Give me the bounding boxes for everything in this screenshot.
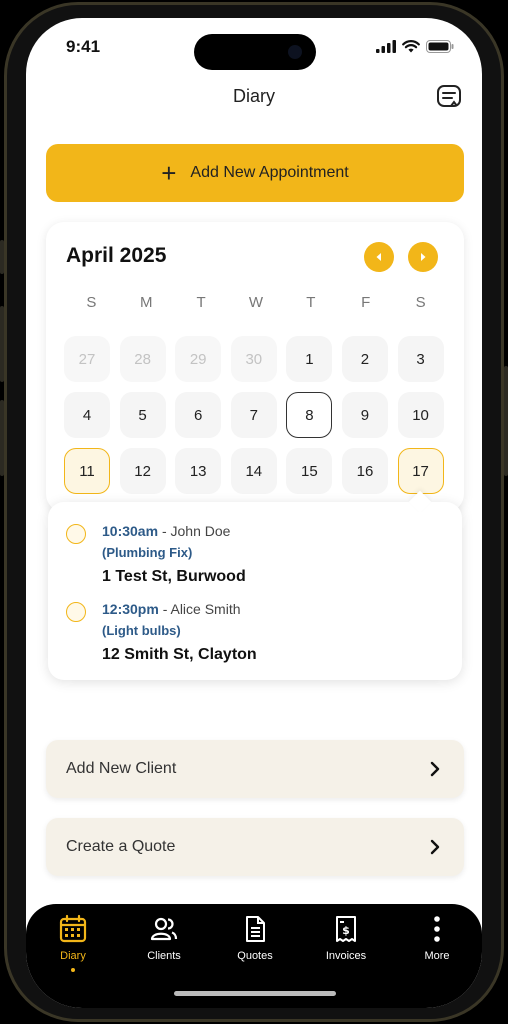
home-indicator [174, 991, 336, 996]
add-new-client-label: Add New Client [66, 760, 177, 777]
notes-button[interactable] [436, 84, 462, 110]
tab-clients[interactable]: Clients [129, 914, 199, 962]
calendar-day[interactable]: 13 [175, 448, 222, 494]
add-appointment-button[interactable]: + Add New Appointment [46, 144, 464, 202]
svg-text:$: $ [342, 924, 350, 937]
tab-label: Quotes [237, 950, 273, 962]
weekday-label: M [140, 294, 153, 311]
chevron-left-icon [376, 253, 381, 261]
calendar-day[interactable]: 6 [175, 392, 222, 438]
dynamic-island [194, 34, 316, 70]
status-icons [376, 40, 454, 53]
appointments-popover: 10:30am - John Doe (Plumbing Fix) 1 Test… [48, 490, 462, 680]
tab-quotes[interactable]: Quotes [220, 914, 290, 962]
weekday-label: F [361, 294, 371, 311]
calendar-day[interactable]: 1 [286, 336, 333, 382]
signal-icon [376, 40, 396, 53]
calendar-day[interactable]: 12 [119, 448, 166, 494]
weekday-header: S M T W T F S [64, 294, 448, 311]
clients-icon [150, 917, 178, 941]
weekday-label: W [248, 294, 264, 311]
tab-more[interactable]: More [402, 914, 472, 962]
appointment-client: Alice Smith [170, 601, 241, 617]
power-button [504, 366, 508, 476]
create-quote-button[interactable]: Create a Quote [46, 818, 464, 876]
appointment-time: 12:30pm [102, 601, 159, 617]
tab-label: Diary [60, 950, 86, 962]
battery-icon [426, 40, 454, 53]
next-month-button[interactable] [408, 242, 438, 272]
side-button [0, 240, 4, 274]
tab-label: Clients [147, 950, 181, 962]
calendar-day[interactable]: 8 [286, 392, 333, 438]
calendar-day[interactable]: 15 [286, 448, 333, 494]
calendar-day[interactable]: 27 [64, 336, 110, 382]
tab-invoices[interactable]: $ Invoices [311, 914, 381, 962]
appointment-client: John Doe [170, 523, 231, 539]
calendar-card: April 2025 S M T W T F S 27 28 29 30 1 2 3 4 5 6 7… [46, 222, 464, 512]
create-quote-label: Create a Quote [66, 838, 176, 855]
weekday-label: T [306, 294, 316, 311]
calendar-days: 27 28 29 30 1 2 3 4 5 6 7 8 9 10 11 12 13 14 15 16 17 [64, 336, 448, 494]
calendar-day[interactable]: 30 [230, 336, 277, 382]
calendar-day[interactable]: 9 [341, 392, 388, 438]
calendar-day[interactable]: 2 [341, 336, 388, 382]
appointment-address: 1 Test St, Burwood [102, 568, 246, 585]
appointment-service: (Plumbing Fix) [102, 545, 193, 560]
calendar-month: April 2025 [66, 244, 167, 267]
weekday-label: T [196, 294, 206, 311]
notes-icon [437, 85, 461, 107]
appointment-checkbox[interactable] [66, 524, 86, 544]
chevron-right-icon [430, 761, 440, 777]
tab-bar: Diary Clients Quotes $ Invoices More [26, 904, 482, 1008]
calendar-day[interactable]: 5 [119, 392, 166, 438]
calendar-day[interactable]: 3 [397, 336, 444, 382]
chevron-right-icon [421, 253, 426, 261]
appointment-time: 10:30am [102, 523, 159, 539]
tab-label: More [424, 950, 450, 962]
screen: 9:41 Diary + Add New Appointment April 2… [26, 18, 482, 1008]
calendar-day[interactable]: 14 [230, 448, 277, 494]
plus-icon: + [161, 158, 177, 188]
add-appointment-label: Add New Appointment [190, 164, 349, 181]
appointment-checkbox[interactable] [66, 602, 86, 622]
weekday-label: S [415, 294, 426, 311]
appointment-address: 12 Smith St, Clayton [102, 646, 257, 663]
appointment-service: (Light bulbs) [102, 623, 181, 638]
calendar-day[interactable]: 10 [397, 392, 444, 438]
tab-diary[interactable]: Diary [38, 914, 108, 972]
calendar-day[interactable]: 11 [64, 448, 110, 494]
more-icon [434, 916, 440, 942]
calendar-day[interactable]: 29 [175, 336, 222, 382]
chevron-right-icon [430, 839, 440, 855]
previous-month-button[interactable] [364, 242, 394, 272]
calendar-day[interactable]: 7 [230, 392, 277, 438]
invoice-icon: $ [336, 916, 356, 942]
add-new-client-button[interactable]: Add New Client [46, 740, 464, 798]
calendar-day[interactable]: 17 [397, 448, 444, 494]
document-icon [246, 916, 265, 942]
page-title: Diary [232, 86, 275, 106]
status-time: 9:41 [66, 37, 101, 56]
calendar-day[interactable]: 16 [341, 448, 388, 494]
volume-down-button [0, 400, 4, 476]
volume-up-button [0, 306, 4, 382]
calendar-day[interactable]: 28 [119, 336, 166, 382]
active-tab-indicator [71, 968, 75, 972]
wifi-icon [402, 40, 420, 53]
calendar-day[interactable]: 4 [64, 392, 110, 438]
calendar-icon [59, 914, 87, 943]
weekday-label: S [86, 294, 97, 311]
tab-label: Invoices [325, 950, 367, 962]
